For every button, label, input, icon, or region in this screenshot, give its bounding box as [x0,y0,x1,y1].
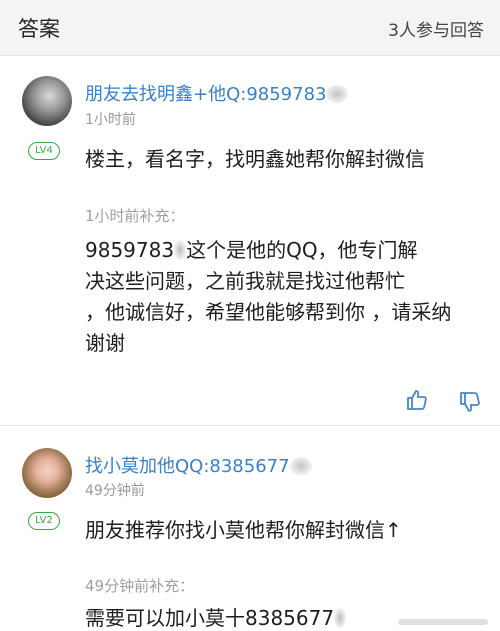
redaction-blur [289,457,312,475]
supplement-text: 这个是他的QQ，他专门解 [186,238,418,262]
qq-number: 9859783 [85,238,175,262]
watermark-icon [398,619,488,625]
username-text: 朋友去找明鑫+他Q:9859783 [85,84,327,105]
username[interactable]: 朋友去找明鑫+他Q:9859783 [85,80,349,106]
level-badge: LV4 [28,142,60,160]
supplement-text: 需要可以加小莫十8385677 [85,606,335,630]
redaction-blur [334,608,347,628]
avatar[interactable] [22,76,72,126]
username-text: 找小莫加他QQ:8385677 [85,456,290,477]
supplement-line: ，他诚信好，希望他能够帮到你 ，请采纳 [85,300,452,324]
timestamp: 49分钟前 [85,483,145,499]
supplement-line: 决这些问题，之前我就是找过他帮忙 [85,269,405,293]
answer-item: LV2 找小莫加他QQ:8385677 49分钟前 朋友推荐你找小莫他帮你解封微… [0,426,500,631]
timestamp: 1小时前 [85,112,136,128]
supplement-label: 49分钟前补充： [85,577,195,595]
supplement-line: 需要可以加小莫十8385677 [85,602,347,631]
username[interactable]: 找小莫加他QQ:8385677 [85,452,312,478]
supplement-line: 谢谢 [85,331,125,355]
answer-content: 楼主，看名字，找明鑫她帮你解封微信 [85,147,425,171]
supplement-label: 1小时前补充： [85,207,185,225]
redaction-blur [174,240,187,260]
redaction-blur [326,85,349,103]
answer-content: 朋友推荐你找小莫他帮你解封微信↑ [85,518,402,542]
thumbs-down-icon[interactable] [458,390,482,414]
level-badge: LV2 [28,512,60,530]
avatar[interactable] [22,448,72,498]
supplement-line: 9859783 这个是他的QQ，他专门解 [85,234,418,263]
thumbs-up-icon[interactable] [405,388,429,412]
answer-item: LV4 朋友去找明鑫+他Q:9859783 1小时前 楼主，看名字，找明鑫她帮你… [0,0,500,425]
